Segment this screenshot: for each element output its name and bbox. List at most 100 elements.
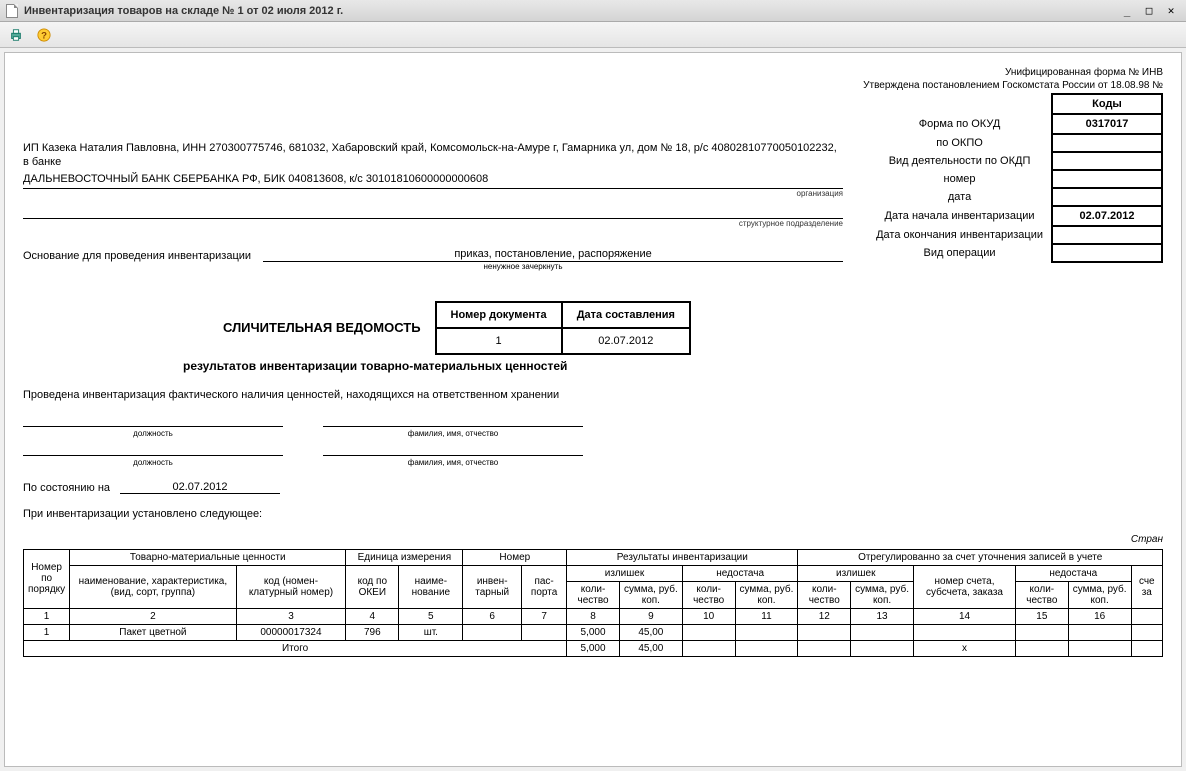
r1-pass xyxy=(521,624,566,640)
basis-hint: ненужное зачеркнуть xyxy=(323,262,723,271)
organization-block: ИП Казека Наталия Павловна, ИНН 27030077… xyxy=(23,141,843,230)
cn8: 8 xyxy=(567,608,620,624)
r1-assum xyxy=(851,624,914,640)
maximize-button[interactable]: □ xyxy=(1140,4,1158,17)
cn9: 9 xyxy=(619,608,682,624)
th-okei: код по ОКЕИ xyxy=(346,565,399,608)
sign-pos-2 xyxy=(23,442,283,456)
r1-asqty xyxy=(798,624,851,640)
tot-e1 xyxy=(682,640,735,656)
table-row: 1 Пакет цветной 00000017324 796 шт. 5,00… xyxy=(24,624,1163,640)
sign-fio-cap1: фамилия, имя, отчество xyxy=(323,429,583,438)
r1-inv xyxy=(463,624,522,640)
minimize-button[interactable]: _ xyxy=(1118,4,1136,17)
th-num: Номер по порядку xyxy=(24,549,70,608)
form-meta-line2: Утверждена постановлением Госкомстата Ро… xyxy=(23,80,1163,91)
r1-name: Пакет цветной xyxy=(70,624,236,640)
intro-text: Проведена инвентаризация фактического на… xyxy=(23,389,1163,401)
th-results: Результаты инвентаризации xyxy=(567,549,798,565)
state-label: По состоянию на xyxy=(23,482,110,494)
th-acct: номер счета, субсчета, заказа xyxy=(914,565,1016,608)
titlebar: Инвентаризация товаров на складе № 1 от … xyxy=(0,0,1186,22)
cn16: 16 xyxy=(1068,608,1131,624)
sign-fio-2 xyxy=(323,442,583,456)
cn1: 1 xyxy=(24,608,70,624)
r1-okei: 796 xyxy=(346,624,399,640)
inventory-note: При инвентаризации установлено следующее… xyxy=(23,508,1163,520)
cn11: 11 xyxy=(735,608,798,624)
cn17 xyxy=(1131,608,1162,624)
r1-ashqty xyxy=(1015,624,1068,640)
th-q3: коли-чество xyxy=(798,581,851,608)
th-unitname: наиме-нование xyxy=(399,565,463,608)
th-adjusted: Отрегулированно за счет уточнения записе… xyxy=(798,549,1163,565)
title-block: СЛИЧИТЕЛЬНАЯ ВЕДОМОСТЬ Номер документаДа… xyxy=(23,301,1163,373)
th-unit: Единица измерения xyxy=(346,549,463,565)
r1-sqty: 5,000 xyxy=(567,624,620,640)
form-meta-line1: Унифицированная форма № ИНВ xyxy=(23,67,1163,78)
cn14: 14 xyxy=(914,608,1016,624)
tot-e2 xyxy=(735,640,798,656)
close-button[interactable]: ✕ xyxy=(1162,4,1180,17)
codes-block: Коды Форма по ОКУД0317017 по ОКПО Вид де… xyxy=(868,93,1163,263)
docnum-v1: 1 xyxy=(436,328,562,354)
tot-sqty: 5,000 xyxy=(567,640,620,656)
sign-fio-1 xyxy=(323,413,583,427)
th-pass: пас-порта xyxy=(521,565,566,608)
th-sch: сче за xyxy=(1131,565,1162,608)
help-button[interactable]: ? xyxy=(34,25,54,45)
cn2: 2 xyxy=(70,608,236,624)
cn7: 7 xyxy=(521,608,566,624)
signature-block: должностьфамилия, имя, отчество должност… xyxy=(23,413,1163,467)
r1-ashsum xyxy=(1068,624,1131,640)
th-s4: сумма, руб. коп. xyxy=(1068,581,1131,608)
r1-code: 00000017324 xyxy=(236,624,346,640)
docnum-h2: Дата составления xyxy=(562,302,690,328)
r1-acct xyxy=(914,624,1016,640)
print-button[interactable] xyxy=(6,25,26,45)
th-number: Номер xyxy=(463,549,567,565)
th-inv: инвен-тарный xyxy=(463,565,522,608)
th-s2: сумма, руб. коп. xyxy=(735,581,798,608)
tot-e4 xyxy=(851,640,914,656)
cn13: 13 xyxy=(851,608,914,624)
cn5: 5 xyxy=(399,608,463,624)
tot-label: Итого xyxy=(24,640,567,656)
cn6: 6 xyxy=(463,608,522,624)
cn4: 4 xyxy=(346,608,399,624)
th-s1: сумма, руб. коп. xyxy=(619,581,682,608)
th-q2: коли-чество xyxy=(682,581,735,608)
r1-shqty xyxy=(682,624,735,640)
th-shortage2: недостача xyxy=(1015,565,1131,581)
main-title: СЛИЧИТЕЛЬНАЯ ВЕДОМОСТЬ xyxy=(223,320,421,335)
page-label: Стран xyxy=(23,534,1163,545)
window-title: Инвентаризация товаров на складе № 1 от … xyxy=(24,5,343,17)
state-row: По состоянию на 02.07.2012 xyxy=(23,481,1163,494)
inventory-table: Номер по порядку Товарно-материальные це… xyxy=(23,549,1163,657)
r1-unit: шт. xyxy=(399,624,463,640)
total-row: Итого 5,000 45,00 х xyxy=(24,640,1163,656)
sign-fio-cap2: фамилия, имя, отчество xyxy=(323,458,583,467)
r1-shsum xyxy=(735,624,798,640)
th-code: код (номен-клатурный номер) xyxy=(236,565,346,608)
sign-pos-cap2: должность xyxy=(23,458,283,467)
tot-ssum: 45,00 xyxy=(619,640,682,656)
org-sublabel: организация xyxy=(23,189,843,199)
document-viewport[interactable]: Унифицированная форма № ИНВ Утверждена п… xyxy=(4,52,1182,767)
tot-mark: х xyxy=(914,640,1016,656)
struct-line xyxy=(23,207,843,219)
r1-ssum: 45,00 xyxy=(619,624,682,640)
r1-extra xyxy=(1131,624,1162,640)
sign-pos-1 xyxy=(23,413,283,427)
th-q1: коли-чество xyxy=(567,581,620,608)
th-surplus1: излишек xyxy=(567,565,683,581)
cn3: 3 xyxy=(236,608,346,624)
th-tmc: Товарно-материальные ценности xyxy=(70,549,346,565)
tot-e6 xyxy=(1068,640,1131,656)
th-shortage1: недостача xyxy=(682,565,798,581)
struct-sublabel: структурное подразделение xyxy=(23,219,843,229)
document-icon xyxy=(6,4,18,18)
tot-e7 xyxy=(1131,640,1162,656)
basis-row: Основание для проведения инвентаризации … xyxy=(23,248,843,262)
docnum-h1: Номер документа xyxy=(436,302,562,328)
